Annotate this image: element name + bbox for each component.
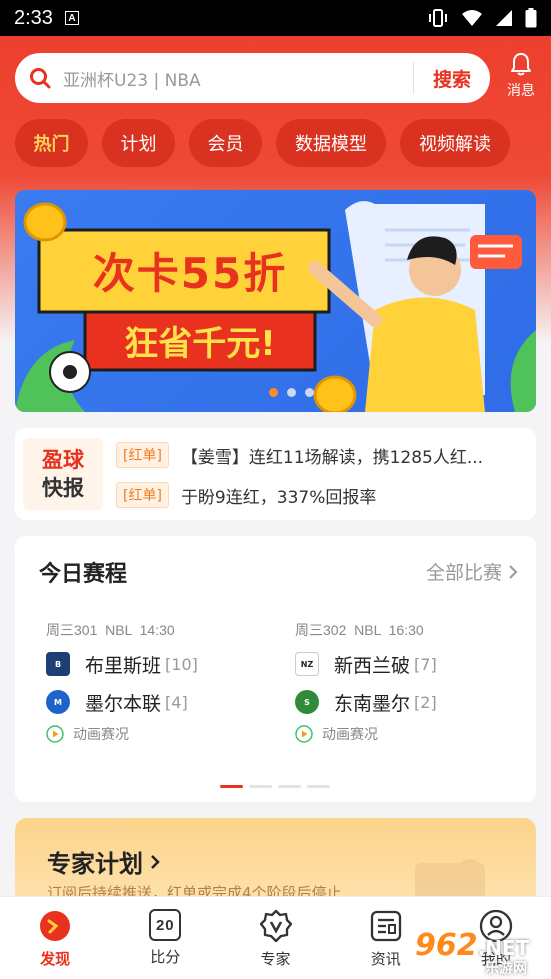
- today-schedule-card: 今日赛程 全部比赛 周三301 NBL 14:30 B 布里斯班 [10] M …: [15, 536, 536, 802]
- battery-icon: [525, 8, 537, 28]
- match-card[interactable]: 周三301 NBL 14:30 B 布里斯班 [10] M 墨尔本联 [4] 动…: [46, 620, 276, 744]
- live-label: 动画赛况: [322, 727, 378, 743]
- team-name: 布里斯班: [85, 654, 162, 677]
- match-card[interactable]: 周三302 NBL 16:30 NZ 新西兰破 [7] S 东南墨尔 [2] 动…: [295, 620, 525, 744]
- banner-headline: 次卡55折: [92, 249, 288, 298]
- status-bar: 2:33 A: [0, 0, 551, 36]
- wifi-icon: [462, 10, 482, 26]
- chevron-right-icon: [151, 854, 160, 869]
- team-row: B 布里斯班 [10]: [46, 650, 276, 678]
- team-logo-icon: NZ: [295, 652, 319, 676]
- signal-icon: [496, 10, 512, 26]
- news-flash-logo: 盈球 快报: [23, 438, 103, 510]
- tab-member[interactable]: 会员: [189, 119, 262, 167]
- status-time: 2:33: [14, 6, 53, 29]
- schedule-pager-dot: [307, 785, 330, 788]
- tab-hot[interactable]: 热门: [15, 119, 88, 167]
- news-tag: [红单]: [116, 442, 169, 468]
- team-row: M 墨尔本联 [4]: [46, 688, 276, 716]
- live-label: 动画赛况: [73, 727, 129, 743]
- banner-subline: 狂省千元!: [124, 324, 276, 364]
- team-row: NZ 新西兰破 [7]: [295, 650, 525, 678]
- team-rank: [7]: [414, 654, 437, 674]
- nav-score[interactable]: 20 比分: [110, 897, 220, 979]
- promo-banner[interactable]: 次卡55折 狂省千元!: [15, 190, 536, 412]
- all-matches-label: 全部比赛: [425, 562, 502, 584]
- news-icon: [370, 910, 401, 942]
- schedule-pager: [220, 785, 330, 788]
- nav-discover-label: 发现: [40, 950, 71, 968]
- watermark-number: 962: [415, 928, 478, 963]
- nav-discover[interactable]: 发现: [0, 897, 110, 979]
- message-label: 消息: [507, 83, 535, 99]
- news-flash-card: 盈球 快报 [红单] 【姜雪】连红11场解读，携1285人红... [红单] 于…: [15, 428, 536, 520]
- notification-a-icon: A: [64, 11, 79, 25]
- team-name: 墨尔本联: [85, 692, 162, 715]
- match-meta: 周三301 NBL 14:30: [46, 622, 175, 638]
- team-row: S 东南墨尔 [2]: [295, 688, 525, 716]
- news-item[interactable]: [红单] 于盼9连红，337%回报率: [116, 482, 526, 508]
- live-link[interactable]: 动画赛况: [295, 724, 525, 744]
- nav-expert-label: 专家: [260, 950, 291, 968]
- schedule-title: 今日赛程: [39, 562, 128, 587]
- chevron-right-icon: [509, 564, 518, 579]
- bell-icon: [511, 53, 531, 76]
- team-rank: [10]: [165, 654, 198, 674]
- team-rank: [4]: [165, 692, 188, 712]
- news-text[interactable]: 【姜雪】连红11场解读，携1285人红...: [181, 443, 483, 468]
- team-name: 新西兰破: [334, 654, 411, 677]
- expert-plan-title[interactable]: 专家计划: [47, 844, 161, 879]
- expert-plan-title-text: 专家计划: [47, 850, 143, 878]
- search-input[interactable]: 亚洲杯U23 | NBA: [63, 66, 413, 91]
- score-icon-text: 20: [155, 916, 175, 934]
- tab-plan[interactable]: 计划: [102, 119, 175, 167]
- schedule-pager-dot: [278, 785, 301, 788]
- score-icon: 20: [149, 909, 182, 941]
- team-rank: [2]: [414, 692, 437, 712]
- watermark-domain: .NET: [477, 936, 530, 960]
- banner-dot[interactable]: [287, 388, 296, 397]
- site-watermark: 962 .NET 乐游网: [415, 928, 551, 977]
- nav-expert[interactable]: 专家: [220, 897, 330, 979]
- category-tabs: 热门 计划 会员 数据模型 视频解读: [15, 119, 510, 167]
- team-logo-icon: B: [46, 652, 70, 676]
- play-icon: [46, 725, 64, 743]
- team-name: 东南墨尔: [334, 692, 411, 715]
- tab-video[interactable]: 视频解读: [400, 119, 510, 167]
- nav-news-label: 资讯: [370, 950, 401, 968]
- news-text[interactable]: 于盼9连红，337%回报率: [181, 483, 376, 508]
- expert-badge-icon: [259, 909, 292, 943]
- team-logo-icon: M: [46, 690, 70, 714]
- flash-logo-line2: 快报: [42, 476, 84, 500]
- banner-dot[interactable]: [269, 388, 278, 397]
- team-logo-icon: S: [295, 690, 319, 714]
- schedule-pager-dot: [249, 785, 272, 788]
- play-icon: [295, 725, 313, 743]
- nav-score-label: 比分: [150, 948, 181, 966]
- news-item[interactable]: [红单] 【姜雪】连红11场解读，携1285人红...: [116, 442, 526, 468]
- all-matches-link[interactable]: 全部比赛: [426, 558, 518, 585]
- banner-dot[interactable]: [305, 388, 314, 397]
- live-link[interactable]: 动画赛况: [46, 724, 276, 744]
- search-bar[interactable]: 亚洲杯U23 | NBA 搜索: [15, 53, 490, 103]
- watermark-site: 乐游网: [485, 961, 527, 977]
- message-button[interactable]: 消息: [501, 52, 541, 102]
- tab-data-model[interactable]: 数据模型: [276, 119, 386, 167]
- match-meta: 周三302 NBL 16:30: [295, 622, 424, 638]
- news-tag: [红单]: [116, 482, 169, 508]
- vibrate-icon: [429, 9, 447, 27]
- banner-artwork: [15, 201, 536, 412]
- discover-icon: [40, 911, 71, 941]
- banner-pager: [269, 388, 314, 397]
- flash-logo-line1: 盈球: [42, 448, 84, 472]
- search-button[interactable]: 搜索: [414, 65, 490, 92]
- status-icons: [427, 8, 537, 28]
- schedule-pager-dot: [220, 785, 243, 788]
- search-icon: [30, 68, 51, 89]
